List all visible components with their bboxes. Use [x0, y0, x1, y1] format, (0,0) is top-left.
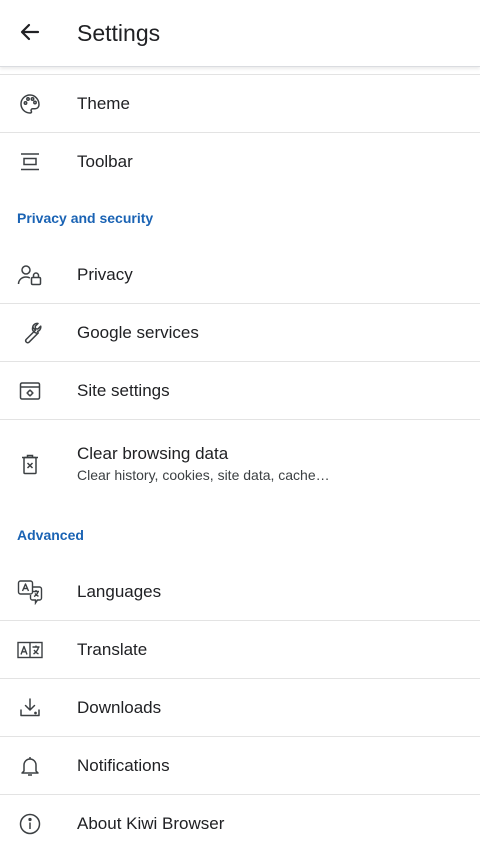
palette-icon	[17, 91, 43, 117]
downloads-text: Downloads	[77, 697, 161, 719]
privacy-item[interactable]: Privacy	[0, 246, 480, 303]
translate-label: Translate	[77, 639, 148, 659]
about-text: About Kiwi Browser	[77, 813, 224, 835]
settings-list: Theme Toolbar Privacy and security Priva…	[0, 74, 480, 852]
languages-icon	[17, 579, 43, 605]
app-bar: Settings	[0, 0, 480, 67]
translate-item[interactable]: Translate	[0, 621, 480, 678]
notifications-label: Notifications	[77, 755, 170, 775]
trash-icon	[17, 451, 43, 477]
downloads-label: Downloads	[77, 697, 162, 717]
section-header-privacy: Privacy and security	[17, 210, 154, 226]
privacy-icon	[17, 262, 43, 288]
site-settings-label: Site settings	[77, 380, 170, 400]
site-settings-text: Site settings	[77, 380, 170, 402]
page-title: Settings	[77, 20, 161, 46]
toolbar-item[interactable]: Toolbar	[0, 133, 480, 190]
arrow-back-icon	[18, 20, 42, 44]
notifications-text: Notifications	[77, 755, 170, 777]
google-services-item[interactable]: Google services	[0, 304, 480, 361]
download-icon	[17, 695, 43, 721]
about-item[interactable]: About Kiwi Browser	[0, 795, 480, 852]
toolbar-text: Toolbar	[77, 151, 133, 173]
wrench-icon	[17, 320, 43, 346]
theme-text: Theme	[77, 93, 130, 115]
theme-label: Theme	[77, 93, 130, 113]
privacy-label: Privacy	[77, 264, 133, 284]
site-settings-item[interactable]: Site settings	[0, 362, 480, 419]
google-services-label: Google services	[77, 322, 199, 342]
info-icon	[17, 811, 43, 837]
back-button[interactable]	[12, 14, 48, 50]
site-settings-icon	[17, 378, 43, 404]
translate-icon	[17, 637, 43, 663]
clear-browsing-data-sublabel: Clear history, cookies, site data, cache…	[77, 467, 330, 483]
theme-item[interactable]: Theme	[0, 75, 480, 132]
translate-text: Translate	[77, 639, 147, 661]
toolbar-label: Toolbar	[77, 151, 133, 171]
google-services-text: Google services	[77, 322, 199, 344]
clear-browsing-data-label: Clear browsing data	[77, 444, 229, 463]
toolbar-icon	[17, 149, 43, 175]
section-header-advanced: Advanced	[17, 527, 84, 543]
bell-icon	[17, 753, 43, 779]
privacy-text: Privacy	[77, 264, 133, 286]
languages-text: Languages	[77, 581, 161, 603]
downloads-item[interactable]: Downloads	[0, 679, 480, 736]
clear-browsing-data-text: Clear browsing data Clear history, cooki…	[77, 443, 330, 484]
notifications-item[interactable]: Notifications	[0, 737, 480, 794]
about-label: About Kiwi Browser	[77, 813, 225, 833]
languages-item[interactable]: Languages	[0, 563, 480, 620]
languages-label: Languages	[77, 581, 162, 601]
clear-browsing-data-item[interactable]: Clear browsing data Clear history, cooki…	[0, 420, 480, 507]
